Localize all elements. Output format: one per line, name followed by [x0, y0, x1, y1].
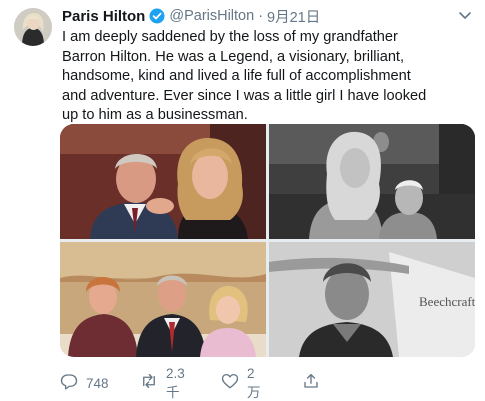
avatar[interactable] — [14, 8, 52, 46]
author-name[interactable]: Paris Hilton — [62, 8, 145, 25]
reply-count: 748 — [86, 375, 109, 391]
photo-2[interactable] — [269, 124, 475, 239]
photo-1[interactable] — [60, 124, 266, 239]
author-handle[interactable]: @ParisHilton — [169, 8, 254, 24]
share-icon — [302, 372, 320, 395]
media-grid: Beechcraft — [60, 124, 475, 357]
retweet-count: 2.3千 — [166, 365, 185, 400]
chevron-down-icon[interactable] — [457, 9, 473, 23]
share-button[interactable] — [302, 372, 320, 394]
tweet-text-line: Barron Hilton. He was a Legend, a vision… — [62, 48, 405, 65]
tweet-header: Paris Hilton @ParisHilton · 9月21日 — [62, 6, 320, 26]
photo-sign-text: Beechcraft — [419, 294, 475, 309]
retweet-button[interactable]: 2.3千 — [140, 366, 185, 400]
tweet-text-line: handsome, kind and lived a life full of … — [62, 68, 411, 85]
like-icon — [221, 372, 239, 395]
like-count: 2万 — [247, 365, 261, 400]
like-button[interactable]: 2万 — [221, 366, 261, 400]
tweet-text: I am deeply saddened by the loss of my g… — [62, 28, 476, 126]
tweet-text-line: I am deeply saddened by the loss of my g… — [62, 29, 398, 45]
photo-3[interactable] — [60, 242, 266, 357]
tweet[interactable]: Paris Hilton @ParisHilton · 9月21日 I am d… — [0, 0, 485, 401]
reply-icon — [60, 372, 78, 395]
photo-4[interactable]: Beechcraft — [269, 242, 475, 357]
verified-icon — [149, 8, 165, 24]
tweet-date[interactable]: 9月21日 — [267, 6, 320, 27]
separator-dot: · — [258, 8, 264, 24]
tweet-text-line: and adventure. Ever since I was a little… — [62, 87, 427, 104]
retweet-icon — [140, 372, 158, 395]
reply-button[interactable]: 748 — [60, 372, 109, 394]
